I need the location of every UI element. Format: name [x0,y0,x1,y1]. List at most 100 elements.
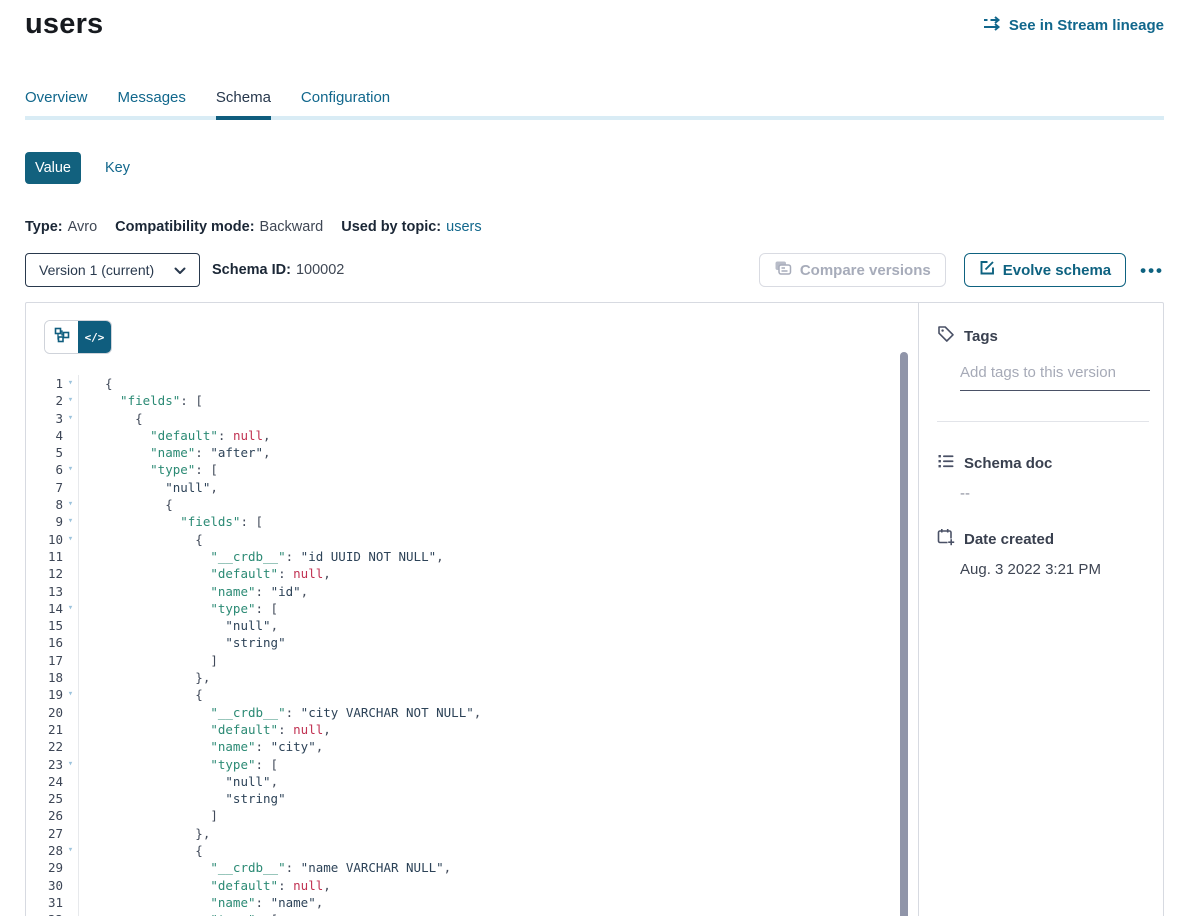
line-number: 8 [26,496,63,513]
editor-scrollbar[interactable] [900,352,908,916]
tags-section-header: Tags [937,325,1149,348]
code-text: "null", [79,617,278,634]
meta-topic-label: Used by topic: [341,219,441,235]
code-text: { [79,410,143,427]
code-line: 11"__crdb__": "id UUID NOT NULL", [26,548,918,565]
schema-editor: </> 1▾{2▾"fields": [3▾{4"default": null,… [26,303,918,916]
schema-sidebar: Tags Schema do [918,303,1163,916]
fold-gutter [63,634,79,651]
fold-arrow-icon[interactable]: ▾ [63,756,79,773]
meta-compatibility: Compatibility mode: Backward [115,219,323,235]
code-view-button[interactable]: </> [78,321,111,353]
code-line: 12 "default": null, [26,565,918,582]
version-select[interactable]: Version 1 (current) [25,253,200,287]
fold-gutter [63,721,79,738]
evolve-schema-button[interactable]: Evolve schema [964,253,1126,287]
editor-view-toggle: </> [44,320,112,354]
line-number: 1 [26,375,63,392]
code-text: { [79,531,203,548]
code-text: "type": [ [79,911,278,916]
line-number: 22 [26,738,63,755]
key-tab-button[interactable]: Key [105,160,130,176]
compare-versions-label: Compare versions [800,262,931,279]
code-line: 15"null", [26,617,918,634]
fold-gutter [63,427,79,444]
code-text: "__crdb__": "name VARCHAR NULL", [79,859,451,876]
fold-arrow-icon[interactable]: ▾ [63,513,79,530]
code-text: "name": "after", [79,444,271,461]
code-line: 26] [26,807,918,824]
tab-messages[interactable]: Messages [118,89,186,120]
line-number: 24 [26,773,63,790]
tab-schema[interactable]: Schema [216,89,271,120]
tree-view-button[interactable] [45,321,78,353]
code-line: 13"name": "id", [26,583,918,600]
fold-arrow-icon[interactable]: ▾ [63,375,79,392]
code-lines[interactable]: 1▾{2▾"fields": [3▾{4"default": null,5"na… [26,375,918,916]
line-number: 18 [26,669,63,686]
sidebar-divider [937,421,1149,422]
schema-page: users See in Stream lineage Overview Mes… [0,8,1189,916]
compare-versions-button[interactable]: Compare versions [759,253,946,287]
topic-link[interactable]: users [446,219,481,235]
tab-overview[interactable]: Overview [25,89,88,120]
code-line: 20"__crdb__": "city VARCHAR NOT NULL", [26,704,918,721]
code-text: "name": "name", [79,894,323,911]
page-header: users See in Stream lineage [25,8,1164,41]
fold-arrow-icon[interactable]: ▾ [63,461,79,478]
tags-title: Tags [964,328,998,345]
code-text: "string" [79,634,286,651]
fold-arrow-icon[interactable]: ▾ [63,842,79,859]
line-number: 26 [26,807,63,824]
fold-arrow-icon[interactable]: ▾ [63,911,79,916]
code-line: 7"null", [26,479,918,496]
line-number: 27 [26,825,63,842]
schema-doc-value: -- [960,485,1149,502]
schema-doc-header: Schema doc [937,452,1149,475]
add-tags-input[interactable] [960,364,1150,391]
fold-gutter [63,877,79,894]
tab-configuration[interactable]: Configuration [301,89,390,120]
line-number: 16 [26,634,63,651]
fold-arrow-icon[interactable]: ▾ [63,392,79,409]
line-number: 11 [26,548,63,565]
schema-controls: Version 1 (current) Schema ID: 100002 [25,253,1164,287]
see-in-stream-lineage-link[interactable]: See in Stream lineage [983,16,1164,35]
schema-doc-section: Schema doc -- [937,452,1149,502]
code-line: 24 "null", [26,773,918,790]
line-number: 29 [26,859,63,876]
code-text: "null", [79,773,278,790]
code-line: 2▾"fields": [ [26,392,918,409]
more-actions-button[interactable]: ••• [1140,262,1164,279]
fold-gutter [63,773,79,790]
fold-arrow-icon[interactable]: ▾ [63,410,79,427]
line-number: 32 [26,911,63,916]
line-number: 7 [26,479,63,496]
fold-arrow-icon[interactable]: ▾ [63,686,79,703]
fold-gutter [63,790,79,807]
fold-gutter [63,548,79,565]
code-text: "default": null, [79,565,331,582]
code-line: 5"name": "after", [26,444,918,461]
fold-arrow-icon[interactable]: ▾ [63,531,79,548]
schema-id-label: Schema ID: [212,262,291,278]
value-tab-button[interactable]: Value [25,152,81,184]
schema-id-value: 100002 [296,262,344,278]
code-text: }, [79,825,210,842]
line-number: 3 [26,410,63,427]
line-number: 28 [26,842,63,859]
code-line: 23▾"type": [ [26,756,918,773]
fold-gutter [63,738,79,755]
code-text: "default": null, [79,877,331,894]
tab-track [25,116,1164,120]
line-number: 6 [26,461,63,478]
code-text: "name": "id", [79,583,308,600]
evolve-schema-label: Evolve schema [1003,262,1111,279]
code-text: "string" [79,790,286,807]
fold-arrow-icon[interactable]: ▾ [63,496,79,513]
code-line: 16 "string" [26,634,918,651]
code-text: { [79,496,173,513]
stream-lineage-label: See in Stream lineage [1009,17,1164,34]
line-number: 12 [26,565,63,582]
fold-arrow-icon[interactable]: ▾ [63,600,79,617]
